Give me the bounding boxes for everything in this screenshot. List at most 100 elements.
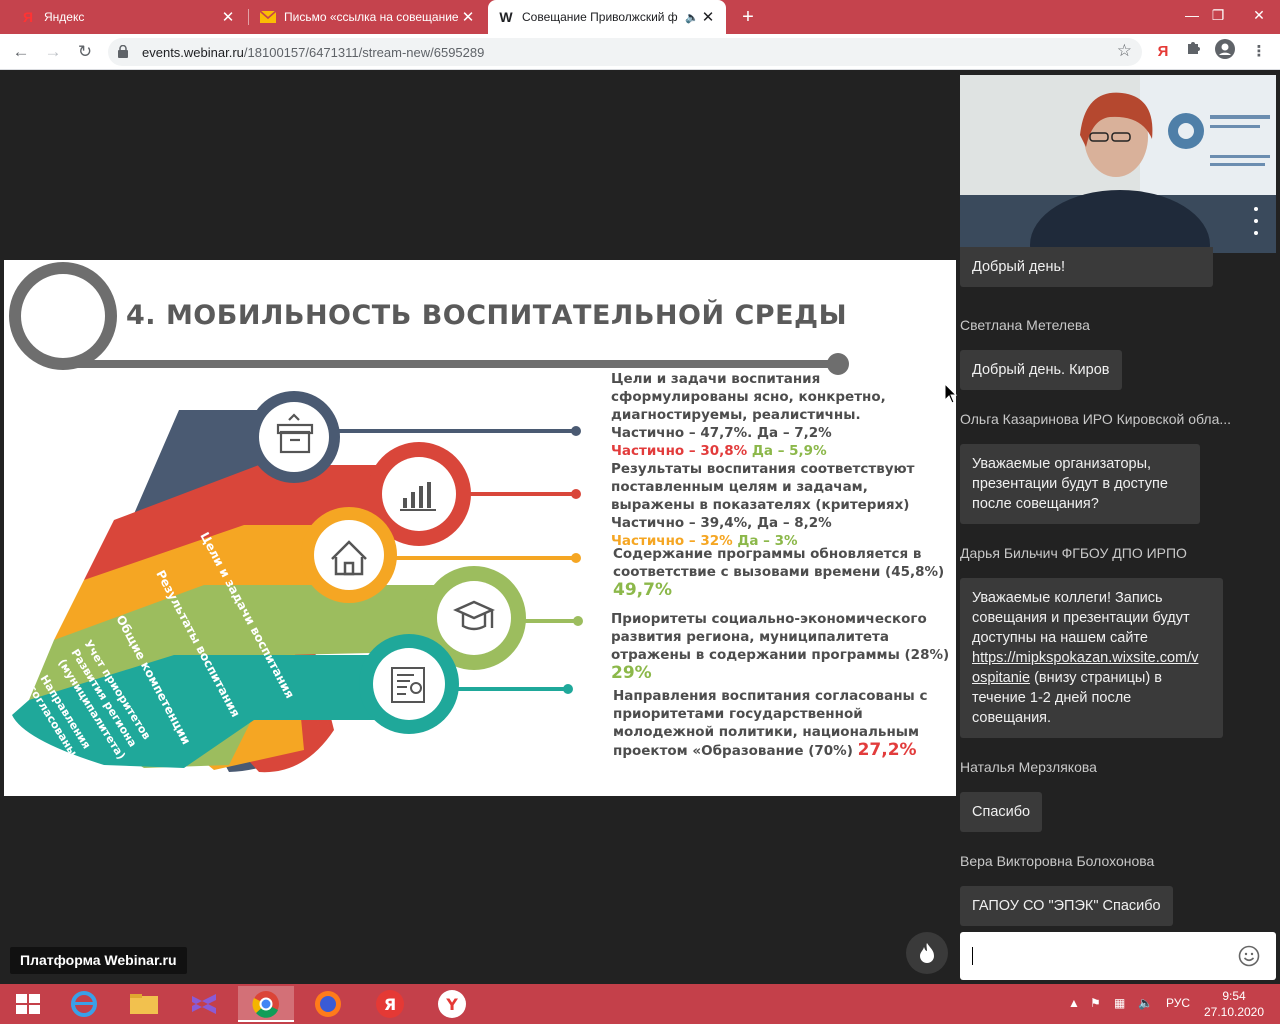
- url-path: /18100157/6471311/stream-new/6595289: [243, 45, 485, 60]
- text-caret: [972, 947, 973, 965]
- tray-expand-icon[interactable]: ▲: [1068, 996, 1080, 1010]
- fire-icon: [920, 943, 934, 963]
- tray-volume-icon[interactable]: 🔈: [1138, 996, 1153, 1010]
- chat-panel: Добрый день! Светлана Метелева Добрый де…: [960, 247, 1280, 933]
- tab-title: Письмо «ссылка на совещание: [284, 10, 459, 24]
- text-line: отражены в содержании программы (28%): [611, 647, 950, 663]
- text-line: соответствие с вызовами времени (45,8%): [613, 564, 945, 580]
- tray-flag-icon[interactable]: ⚑: [1090, 996, 1101, 1010]
- url-text[interactable]: events.webinar.ru/18100157/6471311/strea…: [142, 45, 484, 60]
- text-line: диагностируемы, реалистичны.: [611, 407, 861, 423]
- reaction-button[interactable]: [906, 932, 948, 974]
- start-button[interactable]: [0, 986, 56, 1022]
- tray-language[interactable]: РУС: [1166, 996, 1190, 1010]
- tray-network-icon[interactable]: ▦: [1114, 996, 1125, 1010]
- chat-message-input[interactable]: [960, 932, 1276, 980]
- pct-big-red: 27,2%: [857, 740, 917, 760]
- chat-link[interactable]: ospitanie: [972, 670, 1030, 686]
- webinar-favicon-icon: W: [499, 9, 513, 25]
- close-window-icon[interactable]: ✕: [1238, 0, 1280, 34]
- chat-link[interactable]: https://mipkspokazan.wixsite.com/v: [972, 650, 1198, 666]
- tab-yandex[interactable]: Я Яндекс ✕: [10, 0, 246, 34]
- bookmark-star-icon[interactable]: ☆: [1117, 41, 1132, 61]
- clock-date: 27.10.2020: [1203, 1005, 1265, 1019]
- tab-webinar[interactable]: W Совещание Приволжский ф 🔈 ✕: [488, 0, 726, 34]
- platform-badge[interactable]: Платформа Webinar.ru: [10, 947, 187, 974]
- pct-big-green: 49,7%: [613, 580, 672, 600]
- profile-avatar-icon[interactable]: [1212, 39, 1238, 65]
- yandex-browser-taskbar-icon[interactable]: Я: [362, 986, 418, 1022]
- webinar-stage: Цели и задачи воспитания Результаты восп…: [0, 71, 1280, 984]
- text-line: Частично – 39,4%, Да – 8,2%: [611, 515, 832, 531]
- slide-title: 4. МОБИЛЬНОСТЬ ВОСПИТАТЕЛЬНОЙ СРЕДЫ: [126, 300, 848, 331]
- text-line: Направления воспитания согласованы с: [613, 688, 928, 704]
- text-line: Содержание программы обновляется в: [613, 546, 922, 562]
- text-line: выражены в показателях (критериях): [611, 497, 910, 513]
- chat-message-bubble: Уважаемые коллеги! Запись совещания и пр…: [960, 578, 1223, 738]
- pct-big-green: 29%: [611, 663, 652, 683]
- new-tab-button[interactable]: +: [736, 5, 760, 29]
- tab-title: Яндекс: [44, 10, 85, 24]
- chat-text-line: (внизу страницы) в: [1030, 670, 1162, 686]
- forward-arrow-icon[interactable]: →: [40, 39, 66, 65]
- chat-message-bubble: ГАПОУ СО "ЭПЭК" Спасибо: [960, 886, 1173, 926]
- slide-block-goals: Цели и задачи воспитания сформулированы …: [611, 370, 886, 460]
- internet-explorer-taskbar-icon[interactable]: [56, 986, 112, 1022]
- text-line: сформулированы ясно, конкретно,: [611, 389, 886, 405]
- chat-author: Наталья Мерзлякова: [960, 759, 1097, 775]
- document-icon-circle: [373, 648, 445, 720]
- emoji-icon[interactable]: [1238, 945, 1260, 967]
- speaker-video[interactable]: [960, 75, 1276, 253]
- chat-message-bubble: Добрый день. Киров: [960, 350, 1122, 390]
- speaker-icon[interactable]: 🔈: [684, 11, 700, 24]
- tab-title: Совещание Приволжский ф: [522, 10, 678, 24]
- browser-tabstrip: Я Яндекс ✕ Письмо «ссылка на совещание ✕…: [0, 0, 1280, 34]
- chat-message-bubble: Уважаемые организаторы, презентации буду…: [960, 444, 1200, 524]
- yandex-taskbar-icon[interactable]: Y: [424, 986, 480, 1022]
- chat-text-line: Уважаемые коллеги! Запись: [972, 590, 1163, 606]
- extensions-puzzle-icon[interactable]: [1180, 39, 1206, 65]
- close-tab-icon[interactable]: ✕: [220, 8, 236, 26]
- tray-clock[interactable]: 9:54 27.10.2020: [1200, 988, 1268, 1020]
- browser-menu-icon[interactable]: ⋮: [1246, 39, 1272, 65]
- chat-message-bubble: Добрый день!: [960, 247, 1213, 287]
- text-line: Цели и задачи воспитания: [611, 371, 821, 387]
- close-tab-icon[interactable]: ✕: [460, 8, 476, 26]
- slide-block-directions: Направления воспитания согласованы с при…: [613, 687, 927, 760]
- windows-taskbar: Я Y ▲ ⚑ ▦ 🔈 РУС 9:54 27.10.2020: [0, 984, 1280, 1024]
- reload-icon[interactable]: ↻: [72, 39, 98, 65]
- restore-icon[interactable]: ❐: [1202, 0, 1234, 34]
- close-tab-icon[interactable]: ✕: [700, 8, 716, 26]
- visual-studio-taskbar-icon[interactable]: [176, 986, 232, 1022]
- file-explorer-taskbar-icon[interactable]: [116, 986, 172, 1022]
- text-line: Приоритеты социально-экономического: [611, 611, 927, 627]
- pct-red: Частично – 30,8%: [611, 443, 748, 459]
- firefox-taskbar-icon[interactable]: [300, 986, 356, 1022]
- mail-envelope-icon: [260, 9, 276, 25]
- chat-author: Светлана Метелева: [960, 317, 1090, 333]
- svg-text:Y: Y: [445, 995, 458, 1014]
- chat-message-bubble: Спасибо: [960, 792, 1043, 832]
- text-line: Результаты воспитания соответствуют: [611, 461, 915, 477]
- back-arrow-icon[interactable]: ←: [8, 39, 34, 65]
- tab-mail[interactable]: Письмо «ссылка на совещание ✕: [250, 0, 486, 34]
- svg-text:Я: Я: [384, 995, 396, 1014]
- chat-author: Вера Викторовна Болохонова: [960, 853, 1155, 869]
- yandex-favicon-icon: Я: [22, 9, 34, 25]
- chat-author: Ольга Казаринова ИРО Кировской обла...: [960, 411, 1232, 427]
- chat-text-line: совещания и презентации будут: [972, 610, 1190, 626]
- address-bar[interactable]: events.webinar.ru/18100157/6471311/strea…: [108, 38, 1142, 66]
- chat-author: Дарья Бильчич ФГБОУ ДПО ИРПО: [960, 545, 1187, 561]
- url-host: events.webinar.ru: [142, 45, 244, 60]
- windows-logo-icon: [16, 994, 40, 1014]
- chat-text-line: презентации будут в доступе: [972, 476, 1168, 492]
- slide-block-content: Содержание программы обновляется в соотв…: [613, 545, 944, 599]
- tab-separator: [248, 9, 249, 25]
- text-line: развития региона, муниципалитета: [611, 629, 889, 645]
- yandex-extension-icon[interactable]: Я: [1150, 39, 1176, 65]
- box-icon-circle: [259, 402, 329, 472]
- text-line-colored: Частично – 30,8% Да – 5,9%: [611, 442, 886, 460]
- text-line: поставленным целям и задачам,: [611, 479, 868, 495]
- chrome-taskbar-icon[interactable]: [238, 986, 294, 1022]
- mouse-cursor-icon: [944, 383, 958, 404]
